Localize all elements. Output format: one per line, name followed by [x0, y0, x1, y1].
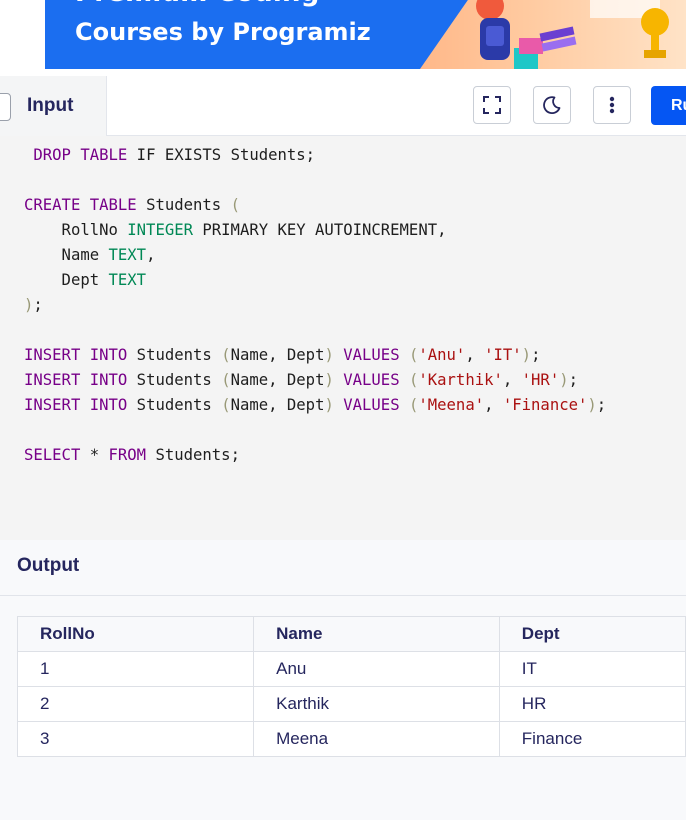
table-cell: Karthik	[253, 686, 500, 722]
table-header-row: RollNo Name Dept	[16, 616, 686, 652]
column-header-rollno: RollNo	[16, 616, 255, 652]
table-cell: 2	[16, 686, 255, 722]
banner-text: Courses by Programiz	[75, 18, 371, 46]
code-line: RollNo INTEGER PRIMARY KEY AUTOINCREMENT…	[24, 221, 447, 239]
editor-tabbar: Input Run	[0, 76, 686, 136]
code-line: SELECT * FROM Students;	[24, 446, 240, 464]
code-editor[interactable]: DROP TABLE IF EXISTS Students; CREATE TA…	[0, 136, 686, 540]
table-row: 1 Anu IT	[16, 651, 686, 687]
fullscreen-button[interactable]	[473, 86, 511, 124]
theme-toggle-button[interactable]	[533, 86, 571, 124]
code-line: INSERT INTO Students (Name, Dept) VALUES…	[24, 346, 541, 364]
code-line: DROP TABLE IF EXISTS Students;	[33, 146, 316, 164]
output-panel: Output RollNo Name Dept 1 Anu IT 2 Karth…	[0, 540, 686, 820]
more-vertical-icon	[609, 96, 615, 114]
fullscreen-icon	[483, 96, 501, 114]
banner-illustration	[420, 0, 686, 69]
promo-banner[interactable]: Premium Coding Courses by Programiz	[45, 0, 686, 69]
tab-input-label: Input	[27, 95, 74, 116]
table-cell: Finance	[498, 721, 686, 757]
moon-icon	[543, 96, 561, 115]
table-cell: Anu	[253, 651, 500, 687]
code-line: Dept TEXT	[24, 271, 147, 289]
table-cell: HR	[498, 686, 686, 722]
result-table: RollNo Name Dept 1 Anu IT 2 Karthik HR 3…	[16, 616, 686, 757]
column-header-dept: Dept	[498, 616, 686, 652]
code-line: Name TEXT,	[24, 246, 156, 264]
table-cell: Meena	[253, 721, 500, 757]
code-line: INSERT INTO Students (Name, Dept) VALUES…	[24, 396, 607, 414]
code-line: INSERT INTO Students (Name, Dept) VALUES…	[24, 371, 578, 389]
table-cell: 3	[16, 721, 255, 757]
code-line: CREATE TABLE Students (	[24, 196, 240, 214]
run-button[interactable]: Run	[651, 86, 686, 125]
output-header: Output	[0, 540, 686, 596]
table-row: 2 Karthik HR	[16, 686, 686, 722]
output-title: Output	[17, 555, 80, 576]
more-options-button[interactable]	[593, 86, 631, 124]
tab-input[interactable]: Input	[0, 76, 107, 136]
sidebar-toggle-handle[interactable]	[0, 93, 11, 121]
table-cell: IT	[498, 651, 686, 687]
column-header-name: Name	[253, 616, 500, 652]
banner-top-text: Premium Coding	[75, 0, 320, 8]
code-line: );	[24, 296, 43, 314]
table-row: 3 Meena Finance	[16, 721, 686, 757]
code-content[interactable]: DROP TABLE IF EXISTS Students; CREATE TA…	[24, 143, 606, 468]
table-cell: 1	[16, 651, 255, 687]
